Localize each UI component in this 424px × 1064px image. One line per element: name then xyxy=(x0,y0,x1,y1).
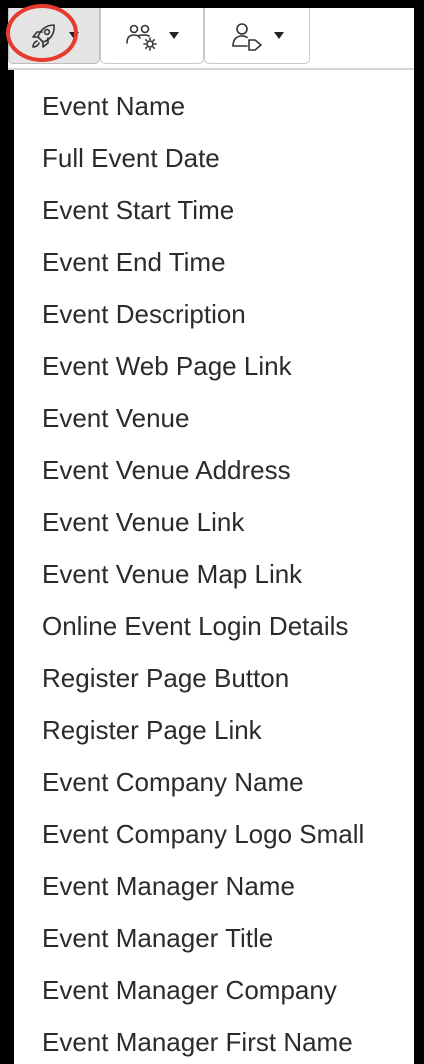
chevron-down-icon xyxy=(169,32,179,39)
menu-item-full-event-date[interactable]: Full Event Date xyxy=(42,138,220,178)
menu-item-event-description[interactable]: Event Description xyxy=(42,294,246,334)
menu-item-event-end-time[interactable]: Event End Time xyxy=(42,242,226,282)
menu-item-event-company-logo-small[interactable]: Event Company Logo Small xyxy=(42,814,364,854)
contact-fields-dropdown-button[interactable] xyxy=(204,8,310,64)
menu-item-event-manager-name[interactable]: Event Manager Name xyxy=(42,866,295,906)
person-tag-icon xyxy=(230,21,264,51)
menu-item-event-venue[interactable]: Event Venue xyxy=(42,398,189,438)
menu-item-register-page-link[interactable]: Register Page Link xyxy=(42,710,262,750)
chevron-down-icon xyxy=(274,32,284,39)
attendee-fields-dropdown-button[interactable] xyxy=(100,8,204,64)
menu-item-event-manager-title[interactable]: Event Manager Title xyxy=(42,918,273,958)
menu-item-event-manager-company[interactable]: Event Manager Company xyxy=(42,970,337,1010)
menu-item-online-event-login-details[interactable]: Online Event Login Details xyxy=(42,606,348,646)
chevron-down-icon xyxy=(69,32,79,39)
screenshot-frame: Event Name Full Event Date Event Start T… xyxy=(0,0,424,1064)
menu-item-event-web-page-link[interactable]: Event Web Page Link xyxy=(42,346,292,386)
people-settings-icon xyxy=(125,21,159,51)
rocket-icon xyxy=(29,21,59,51)
event-fields-dropdown-button[interactable] xyxy=(8,8,100,64)
menu-item-event-venue-address[interactable]: Event Venue Address xyxy=(42,450,291,490)
menu-item-event-venue-link[interactable]: Event Venue Link xyxy=(42,502,244,542)
menu-item-event-start-time[interactable]: Event Start Time xyxy=(42,190,234,230)
menu-item-register-page-button[interactable]: Register Page Button xyxy=(42,658,289,698)
menu-item-event-venue-map-link[interactable]: Event Venue Map Link xyxy=(42,554,302,594)
merge-field-toolbar xyxy=(8,8,414,70)
menu-item-event-manager-first-name[interactable]: Event Manager First Name xyxy=(42,1022,353,1062)
menu-item-event-company-name[interactable]: Event Company Name xyxy=(42,762,304,802)
menu-item-event-name[interactable]: Event Name xyxy=(42,86,185,126)
event-fields-dropdown-menu: Event Name Full Event Date Event Start T… xyxy=(14,70,414,1064)
